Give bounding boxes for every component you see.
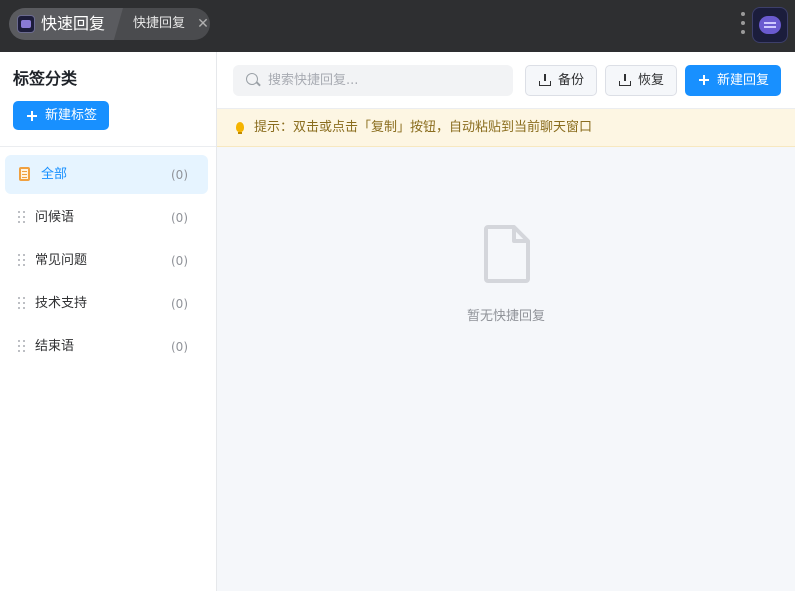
drag-handle-icon[interactable]: [18, 340, 25, 352]
tab-quick-reply[interactable]: 快捷回复: [133, 16, 185, 32]
search-input[interactable]: [268, 65, 508, 96]
sidebar: 标签分类 新建标签 全部 (0) 问候语 (0) 常见问题 (0) 技术支持 (…: [0, 52, 217, 591]
app-logo-icon: [17, 15, 35, 33]
main-panel: 备份 恢复 新建回复 提示：双击或点击「复制」按钮，自动粘贴到当前聊天窗口 暂无…: [217, 52, 795, 591]
empty-state-text: 暂无快捷回复: [466, 309, 545, 324]
backup-button[interactable]: 备份: [525, 65, 597, 96]
new-reply-button[interactable]: 新建回复: [685, 65, 781, 96]
category-label: 结束语: [35, 339, 75, 354]
search-box[interactable]: [233, 65, 513, 96]
restore-button[interactable]: 恢复: [605, 65, 677, 96]
category-list: 全部 (0) 问候语 (0) 常见问题 (0) 技术支持 (0) 结束语 (0): [5, 155, 208, 370]
toolbar: 备份 恢复 新建回复: [217, 52, 795, 109]
drag-handle-icon[interactable]: [18, 211, 25, 223]
category-label: 全部: [41, 167, 68, 182]
drag-handle-icon[interactable]: [18, 254, 25, 266]
plus-icon: [27, 111, 37, 121]
app-name: 快速回复: [41, 14, 106, 33]
sidebar-title: 标签分类: [13, 69, 78, 88]
app-segment[interactable]: 快速回复: [9, 8, 123, 40]
category-item-greetings[interactable]: 问候语 (0): [5, 198, 208, 237]
category-item-faq[interactable]: 常见问题 (0): [5, 241, 208, 280]
category-count: (0): [171, 211, 188, 225]
upload-icon: [619, 74, 631, 86]
clipboard-icon: [19, 167, 30, 181]
category-label: 技术支持: [35, 296, 88, 311]
new-tag-button[interactable]: 新建标签: [13, 101, 109, 130]
tip-banner: 提示：双击或点击「复制」按钮，自动粘贴到当前聊天窗口: [217, 109, 795, 147]
app-tab-pill: 快速回复 快捷回复 ✕: [9, 8, 210, 40]
lightbulb-icon: [236, 122, 244, 134]
category-label: 常见问题: [35, 253, 88, 268]
download-icon: [539, 74, 551, 86]
title-bar: 快速回复 快捷回复 ✕: [0, 0, 795, 52]
tip-text: 提示：双击或点击「复制」按钮，自动粘贴到当前聊天窗口: [254, 120, 593, 135]
category-item-closing[interactable]: 结束语 (0): [5, 327, 208, 366]
close-icon[interactable]: ✕: [196, 17, 210, 31]
search-icon: [246, 73, 258, 85]
new-reply-label: 新建回复: [717, 73, 770, 88]
category-count: (0): [171, 340, 188, 354]
category-item-tech-support[interactable]: 技术支持 (0): [5, 284, 208, 323]
category-count: (0): [171, 168, 188, 182]
more-vertical-icon[interactable]: [740, 12, 746, 34]
file-icon: [484, 225, 530, 283]
category-label: 问候语: [35, 210, 75, 225]
plus-icon: [699, 75, 709, 85]
category-item-all[interactable]: 全部 (0): [5, 155, 208, 194]
divider: [0, 146, 216, 147]
avatar[interactable]: [752, 7, 788, 43]
new-tag-label: 新建标签: [45, 108, 98, 123]
category-count: (0): [171, 254, 188, 268]
backup-label: 备份: [558, 73, 585, 88]
chat-bubble-icon: [759, 16, 781, 34]
restore-label: 恢复: [638, 73, 665, 88]
drag-handle-icon[interactable]: [18, 297, 25, 309]
category-count: (0): [171, 297, 188, 311]
